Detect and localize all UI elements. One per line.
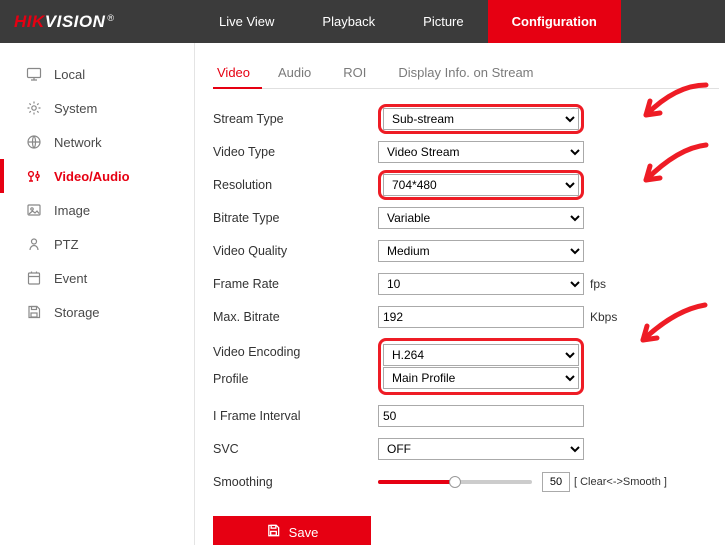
tab-picture[interactable]: Picture — [399, 0, 487, 43]
subtabs: Video Audio ROI Display Info. on Stream — [213, 59, 719, 89]
subtab-video[interactable]: Video — [213, 59, 262, 88]
select-video-type[interactable]: Video Stream — [378, 141, 584, 163]
sidebar-item-image[interactable]: Image — [0, 193, 194, 227]
label-smoothing: Smoothing — [213, 475, 378, 489]
select-bitrate-type[interactable]: Variable — [378, 207, 584, 229]
sidebar-item-local[interactable]: Local — [0, 57, 194, 91]
subtab-roi[interactable]: ROI — [327, 59, 382, 88]
label-video-encoding: Video Encoding — [213, 338, 378, 365]
tab-configuration[interactable]: Configuration — [488, 0, 621, 43]
sidebar-item-ptz[interactable]: PTZ — [0, 227, 194, 261]
select-profile[interactable]: Main Profile — [383, 367, 579, 389]
select-stream-type[interactable]: Sub-stream — [383, 108, 579, 130]
sidebar-label: Event — [54, 271, 87, 286]
input-smoothing-value[interactable] — [542, 472, 570, 492]
label-svc: SVC — [213, 442, 378, 456]
subtab-display-info[interactable]: Display Info. on Stream — [382, 59, 549, 88]
label-video-type: Video Type — [213, 145, 378, 159]
label-bitrate-type: Bitrate Type — [213, 211, 378, 225]
brand-part1: HIK — [14, 12, 45, 32]
tab-live-view[interactable]: Live View — [195, 0, 298, 43]
unit-kbps: Kbps — [590, 310, 617, 324]
smoothing-range-label: [ Clear<->Smooth ] — [574, 476, 667, 488]
select-resolution[interactable]: 704*480 — [383, 174, 579, 196]
label-frame-rate: Frame Rate — [213, 277, 378, 291]
sidebar-label: Video/Audio — [54, 169, 130, 184]
sidebar-label: System — [54, 101, 97, 116]
save-icon — [26, 304, 42, 320]
label-stream-type: Stream Type — [213, 112, 378, 126]
label-i-frame: I Frame Interval — [213, 409, 378, 423]
save-button[interactable]: Save — [213, 516, 371, 545]
content-panel: Video Audio ROI Display Info. on Stream … — [195, 43, 725, 545]
sidebar-label: Storage — [54, 305, 100, 320]
event-icon — [26, 270, 42, 286]
sidebar-label: Network — [54, 135, 102, 150]
label-resolution: Resolution — [213, 178, 378, 192]
select-svc[interactable]: OFF — [378, 438, 584, 460]
app-header: HIKVISION® Live View Playback Picture Co… — [0, 0, 725, 43]
sidebar-item-storage[interactable]: Storage — [0, 295, 194, 329]
tab-playback[interactable]: Playback — [298, 0, 399, 43]
input-i-frame[interactable] — [378, 405, 584, 427]
monitor-icon — [26, 66, 42, 82]
brand-registered: ® — [107, 13, 114, 23]
select-video-encoding[interactable]: H.264 — [383, 344, 579, 366]
select-video-quality[interactable]: Medium — [378, 240, 584, 262]
unit-fps: fps — [590, 277, 606, 291]
slider-thumb[interactable] — [449, 476, 461, 488]
label-video-quality: Video Quality — [213, 244, 378, 258]
sidebar-item-network[interactable]: Network — [0, 125, 194, 159]
save-icon — [266, 523, 289, 541]
brand-logo: HIKVISION® — [0, 12, 195, 32]
sidebar-label: Local — [54, 67, 85, 82]
smoothing-slider[interactable] — [378, 480, 532, 484]
brand-part2: VISION — [45, 12, 106, 32]
image-icon — [26, 202, 42, 218]
save-button-label: Save — [289, 525, 319, 540]
label-profile: Profile — [213, 365, 378, 392]
sidebar-item-event[interactable]: Event — [0, 261, 194, 295]
mic-icon — [26, 168, 42, 184]
ptz-icon — [26, 236, 42, 252]
label-max-bitrate: Max. Bitrate — [213, 310, 378, 324]
select-frame-rate[interactable]: 10 — [378, 273, 584, 295]
subtab-audio[interactable]: Audio — [262, 59, 327, 88]
sidebar: Local System Network Video/Audio Image P… — [0, 43, 195, 545]
sidebar-label: PTZ — [54, 237, 79, 252]
highlight-stream-type: Sub-stream — [378, 104, 584, 134]
highlight-encoding-profile: H.264 Main Profile — [378, 338, 584, 395]
top-nav: Live View Playback Picture Configuration — [195, 0, 621, 43]
input-max-bitrate[interactable] — [378, 306, 584, 328]
sidebar-item-system[interactable]: System — [0, 91, 194, 125]
sidebar-item-video-audio[interactable]: Video/Audio — [0, 159, 194, 193]
highlight-resolution: 704*480 — [378, 170, 584, 200]
globe-icon — [26, 134, 42, 150]
sidebar-label: Image — [54, 203, 90, 218]
gear-icon — [26, 100, 42, 116]
